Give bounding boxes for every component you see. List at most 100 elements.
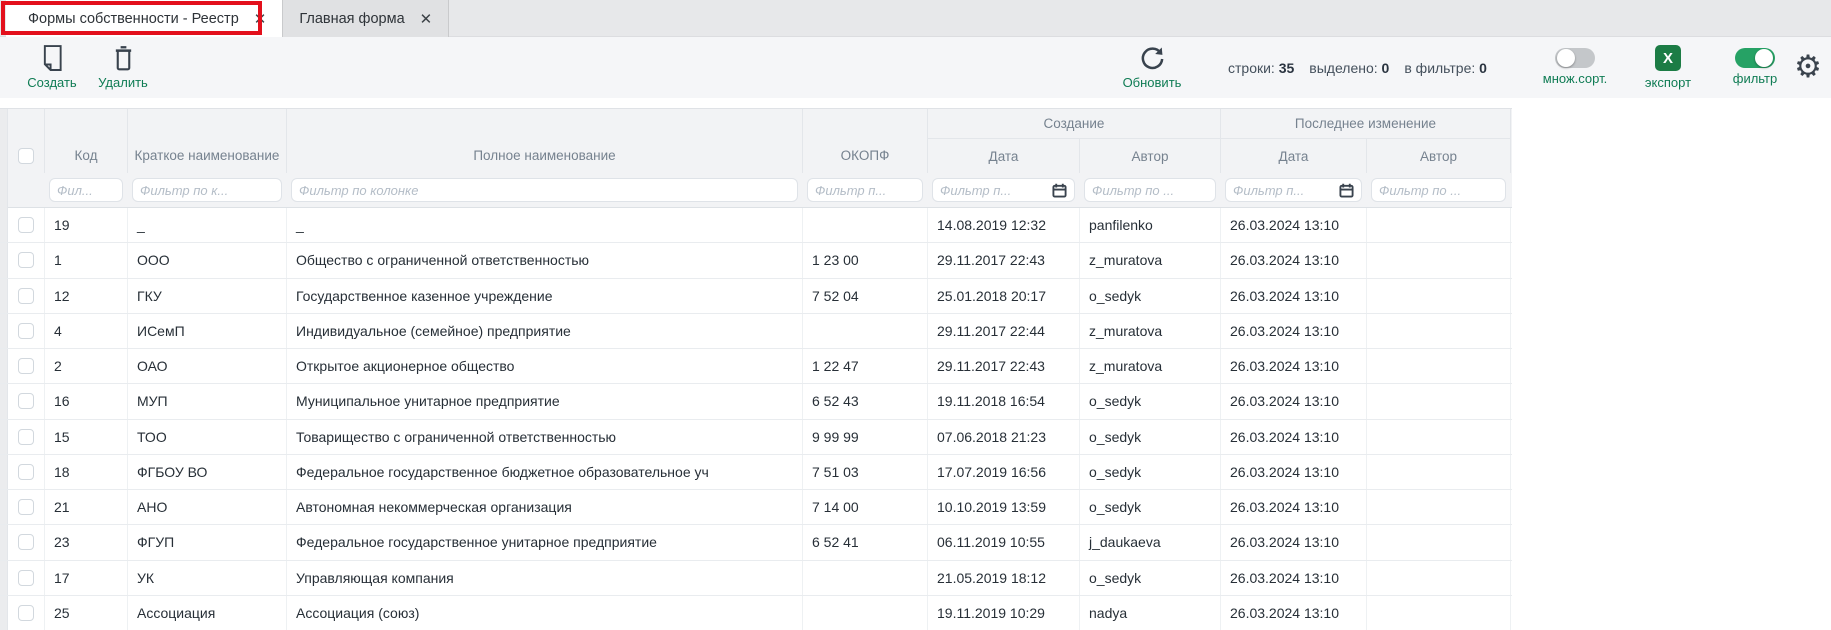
cell-full-name: Ассоциация (союз) <box>287 596 803 630</box>
cell-change-date: 26.03.2024 13:10 <box>1221 420 1367 454</box>
settings-gear-icon[interactable]: ⚙ <box>1794 43 1822 91</box>
row-checkbox-cell <box>8 525 45 559</box>
cell-change-date: 26.03.2024 13:10 <box>1221 596 1367 630</box>
cell-short-name: ИСемП <box>128 314 287 348</box>
table-row[interactable]: 2 ОАО Открытое акционерное общество 1 22… <box>0 349 1512 384</box>
row-checkbox[interactable] <box>18 217 34 233</box>
row-checkbox[interactable] <box>18 499 34 515</box>
row-checkbox[interactable] <box>18 393 34 409</box>
row-checkbox-cell <box>8 314 45 348</box>
filter-label: фильтр <box>1733 71 1777 86</box>
tab-label: Главная форма <box>299 11 404 27</box>
column-header-creation-date[interactable]: Дата <box>928 139 1080 173</box>
filter-input-short-name[interactable] <box>140 183 274 198</box>
filter-input-creation-author[interactable] <box>1092 183 1208 198</box>
group-header-creation: Создание <box>928 109 1221 139</box>
refresh-button[interactable]: Обновить <box>1097 44 1207 90</box>
tab-bar: Формы собственности - Реестр ✕ Главная ф… <box>0 0 1831 37</box>
row-gutter <box>0 208 8 242</box>
cell-okopf <box>803 561 928 595</box>
cell-creation-date: 17.07.2019 16:56 <box>928 455 1080 489</box>
cell-okopf: 1 23 00 <box>803 243 928 277</box>
table-row[interactable]: 1 ООО Общество с ограниченной ответствен… <box>0 243 1512 278</box>
column-header-short-name[interactable]: Краткое наименование <box>128 109 287 173</box>
cell-change-author <box>1367 279 1511 313</box>
trash-icon <box>112 44 135 72</box>
close-tab-icon[interactable]: ✕ <box>420 10 433 28</box>
cell-short-name: ФГУП <box>128 525 287 559</box>
table-row[interactable]: 17 УК Управляющая компания 21.05.2019 18… <box>0 561 1512 596</box>
table-row[interactable]: 16 МУП Муниципальное унитарное предприят… <box>0 384 1512 419</box>
row-checkbox-cell <box>8 279 45 313</box>
column-header-creation-author[interactable]: Автор <box>1080 139 1221 173</box>
table-row[interactable]: 15 ТОО Товарищество с ограниченной ответ… <box>0 420 1512 455</box>
select-all-checkbox[interactable] <box>18 148 34 164</box>
column-header-full-name[interactable]: Полное наименование <box>287 109 803 173</box>
table-row[interactable]: 18 ФГБОУ ВО Федеральное государственное … <box>0 455 1512 490</box>
cell-short-name: АНО <box>128 490 287 524</box>
rows-count: строки: 35 <box>1228 60 1294 76</box>
row-checkbox[interactable] <box>18 605 34 621</box>
row-gutter <box>0 420 8 454</box>
cell-change-date: 26.03.2024 13:10 <box>1221 561 1367 595</box>
row-checkbox[interactable] <box>18 429 34 445</box>
cell-full-name: Муниципальное унитарное предприятие <box>287 384 803 418</box>
filter-input-code[interactable] <box>57 183 115 198</box>
cell-creation-author: z_muratova <box>1080 243 1221 277</box>
filter-input-full-name[interactable] <box>299 183 790 198</box>
toggle-off-icon[interactable] <box>1555 48 1595 68</box>
table-row[interactable]: 19 _ _ 14.08.2019 12:32 panfilenko 26.03… <box>0 208 1512 243</box>
cell-change-date: 26.03.2024 13:10 <box>1221 455 1367 489</box>
cell-short-name: ГКУ <box>128 279 287 313</box>
close-tab-icon[interactable]: ✕ <box>254 10 267 28</box>
row-checkbox[interactable] <box>18 534 34 550</box>
tab-forms-registry[interactable]: Формы собственности - Реестр ✕ <box>6 0 282 37</box>
calendar-icon[interactable] <box>1339 183 1354 198</box>
filter-input-creation-date[interactable] <box>940 183 1048 198</box>
row-checkbox[interactable] <box>18 288 34 304</box>
column-header-change-date[interactable]: Дата <box>1221 139 1367 173</box>
cell-okopf: 1 22 47 <box>803 349 928 383</box>
cell-okopf <box>803 208 928 242</box>
row-checkbox[interactable] <box>18 323 34 339</box>
filter-input-change-date[interactable] <box>1233 183 1335 198</box>
table-row[interactable]: 21 АНО Автономная некоммерческая организ… <box>0 490 1512 525</box>
column-header-okopf[interactable]: ОКОПФ <box>803 109 928 173</box>
cell-creation-author: z_muratova <box>1080 314 1221 348</box>
table-row[interactable]: 4 ИСемП Индивидуальное (семейное) предпр… <box>0 314 1512 349</box>
delete-button[interactable]: Удалить <box>68 44 178 90</box>
table-row[interactable]: 25 Ассоциация Ассоциация (союз) 19.11.20… <box>0 596 1512 630</box>
cell-change-date: 26.03.2024 13:10 <box>1221 243 1367 277</box>
selected-count: выделено: 0 <box>1309 60 1389 76</box>
toggle-on-icon[interactable] <box>1735 48 1775 68</box>
export-label: экспорт <box>1645 75 1691 90</box>
row-checkbox-cell <box>8 243 45 277</box>
cell-code: 18 <box>45 455 128 489</box>
row-checkbox[interactable] <box>18 358 34 374</box>
row-gutter <box>0 243 8 277</box>
cell-full-name: Индивидуальное (семейное) предприятие <box>287 314 803 348</box>
column-header-code[interactable]: Код <box>45 109 128 173</box>
cell-okopf <box>803 596 928 630</box>
calendar-icon[interactable] <box>1052 183 1067 198</box>
cell-creation-date: 29.11.2017 22:43 <box>928 243 1080 277</box>
row-gutter <box>0 490 8 524</box>
cell-okopf: 7 52 04 <box>803 279 928 313</box>
row-checkbox[interactable] <box>18 252 34 268</box>
table-row[interactable]: 23 ФГУП Федеральное государственное унит… <box>0 525 1512 560</box>
column-header-change-author[interactable]: Автор <box>1367 139 1511 173</box>
row-gutter <box>0 349 8 383</box>
row-checkbox[interactable] <box>18 570 34 586</box>
table-row[interactable]: 12 ГКУ Государственное казенное учрежден… <box>0 279 1512 314</box>
cell-creation-author: o_sedyk <box>1080 490 1221 524</box>
cell-change-date: 26.03.2024 13:10 <box>1221 314 1367 348</box>
tab-main-form[interactable]: Главная форма ✕ <box>282 0 449 37</box>
filter-input-okopf[interactable] <box>815 183 915 198</box>
row-checkbox[interactable] <box>18 464 34 480</box>
cell-creation-date: 29.11.2017 22:43 <box>928 349 1080 383</box>
row-checkbox-cell <box>8 490 45 524</box>
cell-creation-author: o_sedyk <box>1080 384 1221 418</box>
table-body: 19 _ _ 14.08.2019 12:32 panfilenko 26.03… <box>0 208 1512 630</box>
filter-input-change-author[interactable] <box>1379 183 1498 198</box>
cell-okopf: 7 51 03 <box>803 455 928 489</box>
